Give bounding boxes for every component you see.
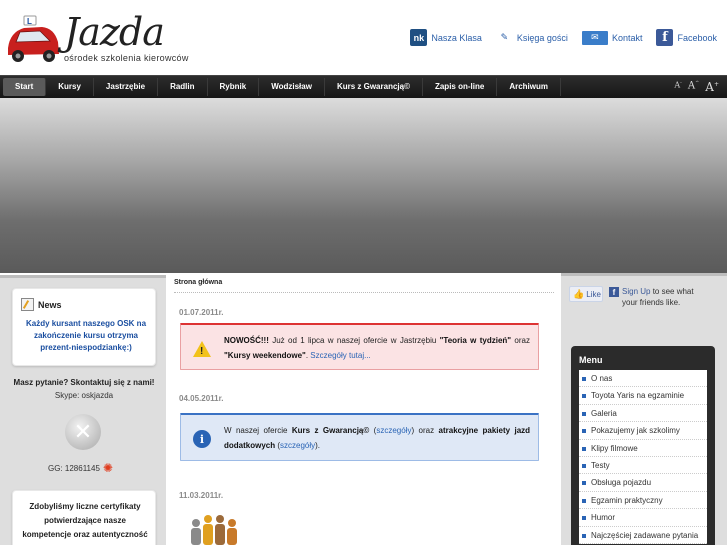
logo-subtitle: ośrodek szkolenia kierowców: [64, 53, 189, 63]
menu-item-egzamin[interactable]: Egzamin praktyczny: [579, 492, 707, 510]
banner: [0, 98, 727, 273]
facebook-icon: f: [656, 29, 674, 46]
certificates-text: Zdobyliśmy liczne certyfikaty potwierdza…: [22, 502, 148, 539]
nk-icon: nk: [410, 29, 428, 46]
font-increase-button[interactable]: A+: [705, 80, 719, 94]
menu-item-klipy[interactable]: Klipy filmowe: [579, 440, 707, 457]
menu-item-testy[interactable]: Testy: [579, 457, 707, 475]
right-sidebar: 👍 Like f Sign Up to see what your friend…: [561, 273, 727, 545]
post-date: 01.07.2011r.: [179, 308, 224, 317]
nav-items: Start Kursy Jastrzębie Radlin Rybnik Wod…: [3, 78, 561, 96]
nasza-klasa-label: Nasza Klasa: [431, 32, 482, 43]
nav-zapis-online[interactable]: Zapis on-line: [423, 78, 498, 96]
site-logo[interactable]: L Jazda ośrodek szkolenia kierowców: [0, 4, 230, 70]
divider: [174, 292, 554, 293]
info-notice: i W naszej ofercie Kurs z Gwarancją© (sz…: [180, 413, 539, 461]
gg-label: GG: 12861145: [48, 464, 100, 473]
contact-question: Masz pytanie? Skontaktuj się z nami!: [13, 378, 155, 387]
post-date: 11.03.2011r.: [179, 491, 224, 500]
menu-title: Menu: [579, 355, 603, 365]
post-date: 04.05.2011r.: [179, 394, 224, 403]
nav-archiwum[interactable]: Archiwum: [497, 78, 561, 96]
mail-icon: ✉: [581, 30, 608, 45]
facebook-small-icon: f: [609, 287, 619, 297]
nav-radlin[interactable]: Radlin: [158, 78, 208, 96]
menu-item-faq[interactable]: Najczęściej zadawane pytania: [579, 527, 707, 544]
left-sidebar: News Każdy kursant naszego OSK na zakońc…: [0, 275, 166, 545]
font-decrease-button[interactable]: A-: [674, 80, 681, 94]
news-box: News Każdy kursant naszego OSK na zakońc…: [12, 288, 156, 366]
notice-text: NOWOŚĆ!!! Już od 1 lipca w naszej oferci…: [224, 336, 530, 360]
warning-icon: !: [193, 340, 211, 358]
news-text[interactable]: Każdy kursant naszego OSK na zakończenie…: [19, 318, 153, 354]
details-link[interactable]: Szczegóły tutaj...: [310, 351, 370, 360]
nav-rybnik[interactable]: Rybnik: [208, 78, 260, 96]
signup-text: Sign Up to see what your friends like.: [622, 287, 694, 307]
details-link[interactable]: szczegóły: [376, 426, 411, 435]
nasza-klasa-link[interactable]: nk Nasza Klasa: [410, 29, 482, 46]
menu-item-humor[interactable]: Humor: [579, 509, 707, 527]
logo-title: Jazda: [64, 10, 165, 54]
facebook-label: Facebook: [677, 32, 717, 43]
notice-text: W naszej ofercie Kurs z Gwarancją© (szcz…: [224, 426, 531, 450]
people-icon: [191, 515, 237, 545]
side-menu: Menu O nas Toyota Yaris na egzaminie Gal…: [571, 346, 715, 545]
font-reset-button[interactable]: A^: [688, 80, 699, 94]
news-header: News: [21, 298, 62, 311]
skype-id: Skype: oskjazda: [54, 391, 114, 400]
font-size-controls: A- A^ A+: [674, 80, 719, 94]
nav-jastrzebie[interactable]: Jastrzębie: [94, 78, 159, 96]
main-nav: Start Kursy Jastrzębie Radlin Rybnik Wod…: [0, 75, 727, 98]
nav-kursy[interactable]: Kursy: [46, 78, 94, 96]
nav-wodzislaw[interactable]: Wodzisław: [259, 78, 325, 96]
notepad-icon: [21, 298, 34, 311]
thumbs-up-icon: 👍: [573, 288, 585, 299]
top-links: nk Nasza Klasa ✎ Księga gości ✉ Kontakt …: [410, 29, 717, 46]
like-label: Like: [586, 289, 601, 299]
menu-item-toyota-yaris[interactable]: Toyota Yaris na egzaminie: [579, 387, 707, 405]
menu-item-galeria[interactable]: Galeria: [579, 405, 707, 423]
menu-item-o-nas[interactable]: O nas: [579, 370, 707, 388]
warning-notice: ! NOWOŚĆ!!! Już od 1 lipca w naszej ofer…: [180, 323, 539, 370]
facebook-signup: f Sign Up to see what your friends like.: [609, 286, 709, 308]
news-title: News: [38, 299, 62, 310]
breadcrumb[interactable]: Strona główna: [174, 279, 222, 286]
header: L Jazda ośrodek szkolenia kierowców nk N…: [0, 0, 727, 75]
signup-link[interactable]: Sign Up: [622, 287, 650, 296]
guestbook-icon: ✎: [500, 32, 509, 42]
guestbook-link[interactable]: ✎ Księga gości: [496, 29, 568, 46]
gg-number: GG: 12861145 ✺: [48, 461, 113, 475]
car-logo-icon: L: [8, 15, 59, 62]
main-content: Strona główna 01.07.2011r. ! NOWOŚĆ!!! J…: [166, 273, 561, 545]
menu-list: O nas Toyota Yaris na egzaminie Galeria …: [579, 370, 707, 544]
info-icon: i: [193, 430, 211, 448]
certificates-box: Zdobyliśmy liczne certyfikaty potwierdza…: [12, 490, 156, 545]
skype-status-icon[interactable]: ✕: [65, 414, 101, 450]
nav-kurs-z-gwarancja[interactable]: Kurs z Gwarancją©: [325, 78, 423, 96]
nav-start[interactable]: Start: [3, 78, 47, 96]
guestbook-label: Księga gości: [516, 32, 568, 43]
gg-status-icon: ✺: [102, 461, 113, 475]
svg-text:L: L: [27, 17, 32, 26]
facebook-like-button[interactable]: 👍 Like: [569, 286, 603, 302]
facebook-link[interactable]: f Facebook: [656, 29, 717, 46]
contact-label: Kontakt: [611, 32, 643, 43]
menu-item-pokazujemy[interactable]: Pokazujemy jak szkolimy: [579, 422, 707, 440]
details-link[interactable]: szczegóły: [280, 441, 315, 450]
contact-link[interactable]: ✉ Kontakt: [581, 30, 643, 45]
menu-item-obsluga[interactable]: Obsługa pojazdu: [579, 474, 707, 492]
